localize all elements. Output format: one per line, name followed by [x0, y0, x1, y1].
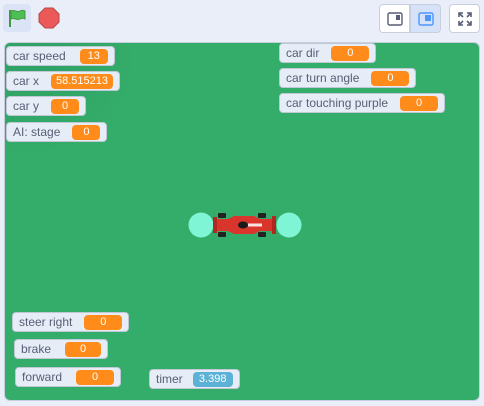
monitor-label: car dir	[286, 46, 320, 60]
monitor-brake[interactable]: brake 0	[14, 339, 109, 359]
race-car-icon	[213, 213, 276, 237]
monitor-value: 13	[79, 48, 108, 64]
monitor-value: 0	[51, 98, 80, 114]
monitor-value: 3.398	[192, 371, 233, 387]
monitor-car-y[interactable]: car y 0	[6, 96, 87, 116]
green-flag-button[interactable]	[3, 4, 31, 32]
monitor-value: 0	[400, 95, 439, 111]
monitor-value: 0	[371, 70, 410, 86]
monitor-value: 0	[65, 341, 102, 357]
monitor-label: car y	[13, 99, 40, 113]
monitor-car-x[interactable]: car x 58.515213	[6, 71, 121, 91]
stop-sign-icon	[38, 7, 60, 29]
small-stage-button[interactable]	[379, 4, 410, 33]
monitor-label: timer	[156, 372, 183, 386]
monitor-car-turn-angle[interactable]: car turn angle 0	[279, 68, 417, 88]
monitor-value: 0	[72, 124, 101, 140]
right-sensor-circle	[276, 212, 302, 238]
monitor-label: car touching purple	[286, 96, 389, 110]
monitor-label: AI: stage	[13, 125, 61, 139]
monitor-ai-stage[interactable]: AI: stage 0	[6, 122, 108, 142]
monitor-label: steer right	[19, 315, 73, 329]
green-flag-icon	[9, 9, 26, 27]
stage[interactable]: car speed 13 car x 58.515213 car y 0 AI:…	[4, 42, 480, 401]
monitor-steer-right[interactable]: steer right 0	[12, 312, 130, 332]
monitor-label: forward	[22, 370, 63, 384]
fullscreen-button[interactable]	[449, 4, 480, 33]
monitor-value: 0	[331, 45, 370, 61]
monitor-timer[interactable]: timer 3.398	[149, 369, 240, 389]
left-sensor-circle	[188, 212, 214, 238]
large-stage-button[interactable]	[410, 4, 441, 33]
stop-button[interactable]	[35, 4, 63, 32]
monitor-label: brake	[21, 342, 52, 356]
monitor-value: 58.515213	[51, 73, 114, 89]
monitor-value: 0	[76, 369, 115, 385]
monitor-value: 0	[84, 314, 123, 330]
fullscreen-icon	[457, 11, 472, 26]
monitor-car-touching-purple[interactable]: car touching purple 0	[279, 93, 446, 113]
monitor-forward[interactable]: forward 0	[15, 367, 122, 387]
monitor-label: car turn angle	[286, 71, 360, 85]
monitor-label: car speed	[13, 49, 66, 63]
stage-header	[0, 0, 484, 39]
monitor-car-dir[interactable]: car dir 0	[279, 43, 377, 63]
large-stage-icon	[417, 11, 434, 26]
car-sprite[interactable]	[188, 210, 302, 240]
monitor-car-speed[interactable]: car speed 13	[6, 46, 115, 66]
small-stage-icon	[386, 11, 403, 26]
monitor-label: car x	[13, 74, 40, 88]
